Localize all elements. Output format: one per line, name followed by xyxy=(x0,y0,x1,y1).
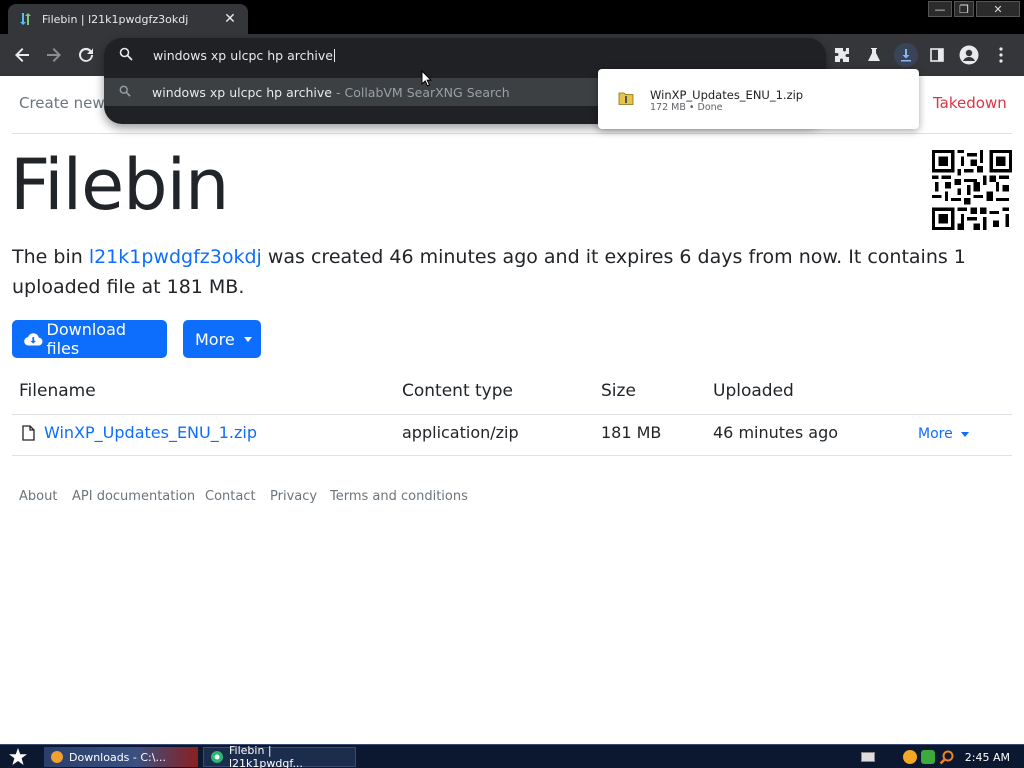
os-taskbar: Downloads - C:\... Filebin | l21k1pwdgf.… xyxy=(0,744,1024,768)
footer-privacy-link[interactable]: Privacy xyxy=(270,489,317,504)
start-star-icon xyxy=(9,748,27,765)
side-panel-icon[interactable] xyxy=(926,44,948,66)
file-link[interactable]: WinXP_Updates_ENU_1.zip xyxy=(44,423,257,442)
caret-down-icon xyxy=(243,336,252,342)
address-bar[interactable]: windows xp ulcpc hp archive xyxy=(104,38,826,72)
mouse-cursor-icon xyxy=(421,70,433,87)
row-caret-down-icon xyxy=(960,431,969,437)
browser-tab[interactable]: Filebin | l21k1pwdgfz3okdj ✕ xyxy=(8,4,248,34)
taskbar-item-downloads[interactable]: Downloads - C:\... xyxy=(44,747,198,767)
table-header-divider xyxy=(12,414,1012,415)
address-bar-text[interactable]: windows xp ulcpc hp archive xyxy=(153,48,333,63)
browser-menu-icon[interactable] xyxy=(990,44,1012,66)
profile-avatar-icon[interactable] xyxy=(958,44,980,66)
column-header-uploaded: Uploaded xyxy=(713,381,794,401)
tray-app-icon[interactable] xyxy=(902,750,917,764)
column-header-content-type: Content type xyxy=(402,381,513,401)
uploaded-cell: 46 minutes ago xyxy=(713,423,839,442)
table-row-divider xyxy=(12,455,1012,456)
close-window-button[interactable]: ✕ xyxy=(976,1,1020,17)
download-files-label: Download files xyxy=(46,320,127,358)
suggestion-query: windows xp ulcpc hp archive xyxy=(152,84,332,100)
minimize-button[interactable]: — xyxy=(928,1,952,17)
tray-search-icon[interactable] xyxy=(939,749,955,765)
file-icon xyxy=(22,424,35,441)
row-more-label: More xyxy=(918,426,953,442)
page-title: Filebin xyxy=(10,144,229,226)
forward-icon[interactable] xyxy=(43,44,65,66)
create-new-link[interactable]: Create new xyxy=(19,94,105,112)
browser-tab-strip: Filebin | l21k1pwdgfz3okdj ✕ — ❐ ✕ xyxy=(0,0,1024,34)
column-header-filename: Filename xyxy=(19,381,96,401)
download-files-button[interactable]: Download files xyxy=(12,320,167,358)
footer-about-link[interactable]: About xyxy=(19,489,57,504)
bin-description: The bin l21k1pwdgfz3okdj was created 46 … xyxy=(12,242,1012,302)
tab-close-icon[interactable]: ✕ xyxy=(222,11,238,27)
folder-icon xyxy=(51,751,63,763)
labs-flask-icon[interactable] xyxy=(863,44,885,66)
taskbar-item-downloads-label: Downloads - C:\... xyxy=(69,750,166,764)
system-tray: 2:45 AM xyxy=(860,745,1024,768)
clock: 2:45 AM xyxy=(964,750,1010,764)
download-filename[interactable]: WinXP_Updates_ENU_1.zip xyxy=(650,88,803,102)
desc-prefix: The bin xyxy=(12,246,89,268)
restore-button[interactable]: ❐ xyxy=(954,1,974,17)
taskbar-item-browser[interactable]: Filebin | l21k1pwdgf... xyxy=(203,744,356,768)
content-type-cell: application/zip xyxy=(402,423,519,442)
qr-code-icon[interactable] xyxy=(932,150,1012,230)
filename-cell: WinXP_Updates_ENU_1.zip xyxy=(22,423,257,442)
start-button[interactable] xyxy=(4,747,32,767)
download-status: 172 MB • Done xyxy=(650,102,723,113)
download-bubble[interactable]: WinXP_Updates_ENU_1.zip 172 MB • Done xyxy=(598,69,919,129)
screen: Filebin | l21k1pwdgfz3okdj ✕ — ❐ ✕ windo… xyxy=(0,0,1024,768)
text-cursor xyxy=(333,48,335,62)
tab-title: Filebin | l21k1pwdgfz3okdj xyxy=(42,12,189,26)
bin-id-link[interactable]: l21k1pwdgfz3okdj xyxy=(89,246,262,268)
cloud-download-icon xyxy=(24,333,43,346)
more-label: More xyxy=(195,329,235,349)
extensions-puzzle-icon[interactable] xyxy=(831,44,853,66)
footer-terms-link[interactable]: Terms and conditions xyxy=(330,489,468,504)
browser-app-icon xyxy=(211,751,223,763)
filebin-favicon-icon xyxy=(18,11,34,27)
taskbar-item-browser-label: Filebin | l21k1pwdgf... xyxy=(229,744,303,768)
suggestion-search-icon xyxy=(119,85,133,99)
back-icon[interactable] xyxy=(11,44,33,66)
header-divider xyxy=(12,133,1012,134)
tray-network-icon[interactable] xyxy=(920,750,935,764)
page-content: Create new Takedown Filebin The bin l21k… xyxy=(0,76,1024,744)
column-header-size: Size xyxy=(601,381,636,401)
footer-contact-link[interactable]: Contact xyxy=(205,489,256,504)
zip-file-icon xyxy=(618,92,634,105)
takedown-link[interactable]: Takedown xyxy=(933,94,1007,112)
row-more-dropdown[interactable]: More xyxy=(918,426,969,442)
keyboard-tray-icon[interactable] xyxy=(860,752,875,762)
downloads-icon[interactable] xyxy=(894,43,918,67)
size-cell: 181 MB xyxy=(601,423,662,442)
more-dropdown-button[interactable]: More xyxy=(183,320,261,358)
reload-icon[interactable] xyxy=(75,44,97,66)
footer-api-link[interactable]: API documentation xyxy=(72,489,195,504)
search-icon xyxy=(119,47,135,63)
